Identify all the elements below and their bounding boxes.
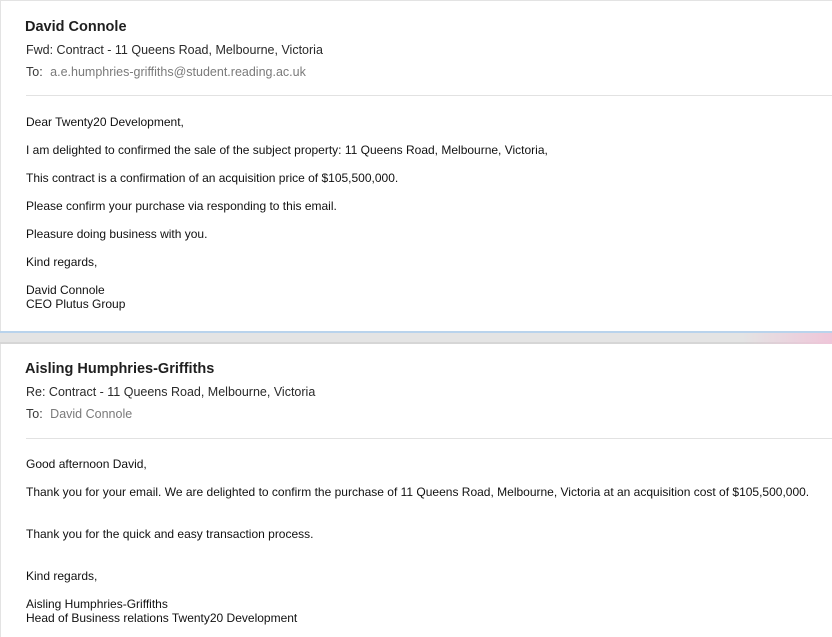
email-body-line: Please confirm your purchase via respond… <box>26 199 337 213</box>
email-subject: Re: Contract - 11 Queens Road, Melbourne… <box>26 385 316 399</box>
email-recipient-line: To: a.e.humphries-griffiths@student.read… <box>26 65 306 79</box>
email-greeting: Dear Twenty20 Development, <box>26 115 184 129</box>
email-body-line: Pleasure doing business with you. <box>26 227 208 241</box>
email-closing: Kind regards, <box>26 569 98 583</box>
email-greeting: Good afternoon David, <box>26 457 147 471</box>
signature-title: CEO Plutus Group <box>26 297 126 311</box>
signature-title: Head of Business relations Twenty20 Deve… <box>26 611 298 625</box>
email-sender[interactable]: David Connole <box>25 19 127 35</box>
recipient-address[interactable]: David Connole <box>50 407 132 421</box>
signature-name: David Connole <box>26 283 105 297</box>
recipient-address[interactable]: a.e.humphries-griffiths@student.reading.… <box>50 65 306 79</box>
email-subject: Fwd: Contract - 11 Queens Road, Melbourn… <box>26 43 323 57</box>
separator-highlight <box>742 333 832 344</box>
email-sender[interactable]: Aisling Humphries-Griffiths <box>25 361 214 377</box>
email-message-2: Aisling Humphries-Griffiths Re: Contract… <box>0 344 832 637</box>
email-body-line: Thank you for the quick and easy transac… <box>26 527 314 541</box>
header-divider <box>26 95 832 96</box>
email-message-1: David Connole Fwd: Contract - 11 Queens … <box>0 0 832 331</box>
signature-name: Aisling Humphries-Griffiths <box>26 597 168 611</box>
email-body-line: Thank you for your email. We are delight… <box>26 485 810 499</box>
header-divider <box>26 438 832 439</box>
email-body-line: This contract is a confirmation of an ac… <box>26 171 399 185</box>
email-recipient-line: To: David Connole <box>26 407 132 421</box>
message-separator <box>0 331 832 344</box>
to-label: To: <box>26 407 43 421</box>
email-body-line: I am delighted to confirmed the sale of … <box>26 143 548 157</box>
email-closing: Kind regards, <box>26 255 98 269</box>
to-label: To: <box>26 65 43 79</box>
